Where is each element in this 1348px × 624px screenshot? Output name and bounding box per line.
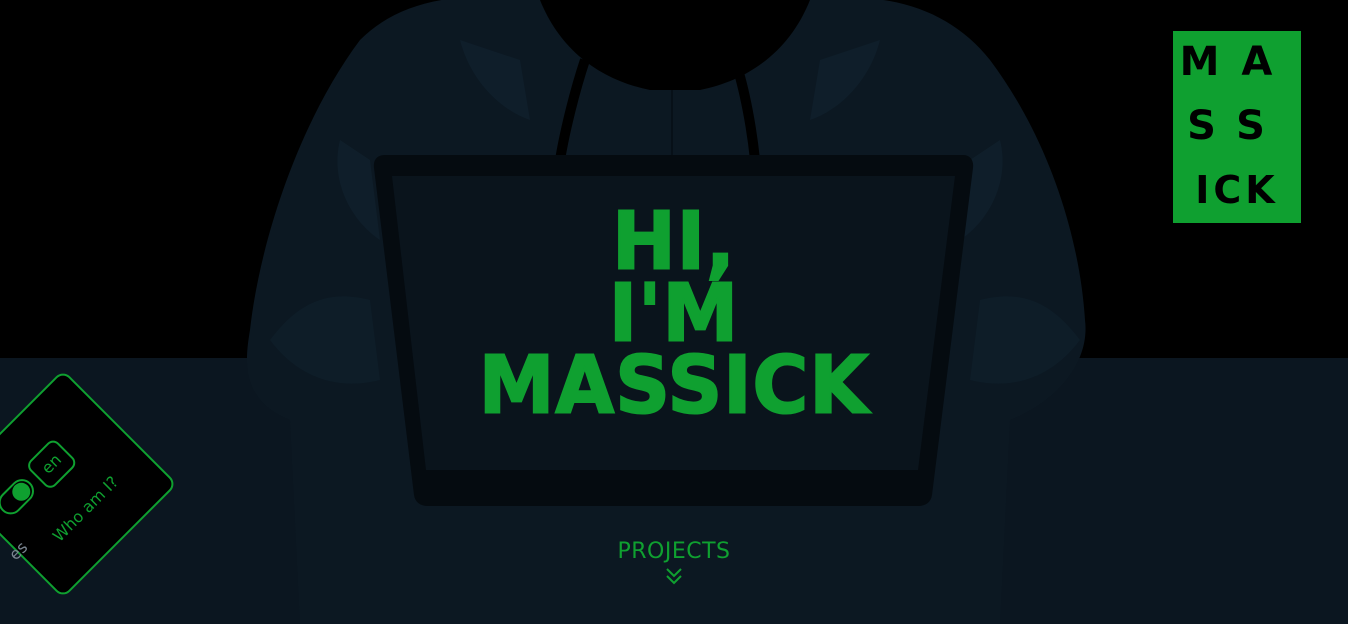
language-toggle[interactable]	[0, 474, 39, 520]
whoami-link[interactable]: Who am I?	[49, 472, 122, 545]
language-option-es[interactable]: es	[5, 538, 31, 564]
double-chevron-down-icon	[666, 568, 682, 585]
logo-row-2: SS	[1187, 103, 1287, 149]
logo-row-3: ICK	[1195, 168, 1278, 212]
logo-row-1: MA	[1180, 39, 1295, 85]
hero-heading: HI, I'M MASSICK	[424, 200, 924, 432]
projects-label: PROJECTS	[617, 539, 731, 564]
toggle-knob	[8, 479, 35, 505]
side-menu: en es Who am I?	[0, 366, 181, 602]
projects-link[interactable]: PROJECTS	[574, 539, 774, 586]
page: HI, I'M MASSICK MA SS ICK PROJECTS en es…	[0, 0, 1348, 624]
massick-logo[interactable]: MA SS ICK	[1173, 31, 1301, 223]
language-option-en[interactable]: en	[24, 437, 79, 492]
hero-line-3: MASSICK	[478, 337, 870, 432]
